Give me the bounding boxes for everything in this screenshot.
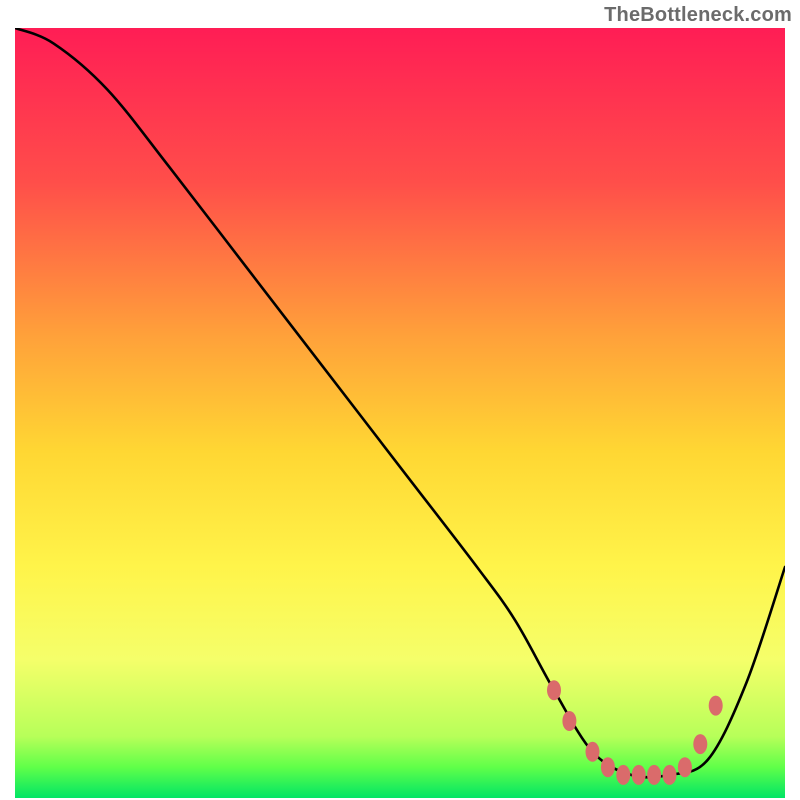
curve-marker xyxy=(547,680,561,700)
curve-marker xyxy=(647,765,661,785)
plot-area xyxy=(15,28,785,798)
bottleneck-curve-chart xyxy=(15,28,785,798)
curve-marker xyxy=(678,757,692,777)
curve-marker xyxy=(709,696,723,716)
curve-marker xyxy=(616,765,630,785)
watermark-text: TheBottleneck.com xyxy=(604,4,792,27)
curve-marker xyxy=(693,734,707,754)
curve-marker xyxy=(663,765,677,785)
chart-stage: TheBottleneck.com xyxy=(0,0,800,800)
gradient-background xyxy=(15,28,785,798)
curve-marker xyxy=(601,757,615,777)
curve-marker xyxy=(586,742,600,762)
curve-marker xyxy=(632,765,646,785)
curve-marker xyxy=(562,711,576,731)
